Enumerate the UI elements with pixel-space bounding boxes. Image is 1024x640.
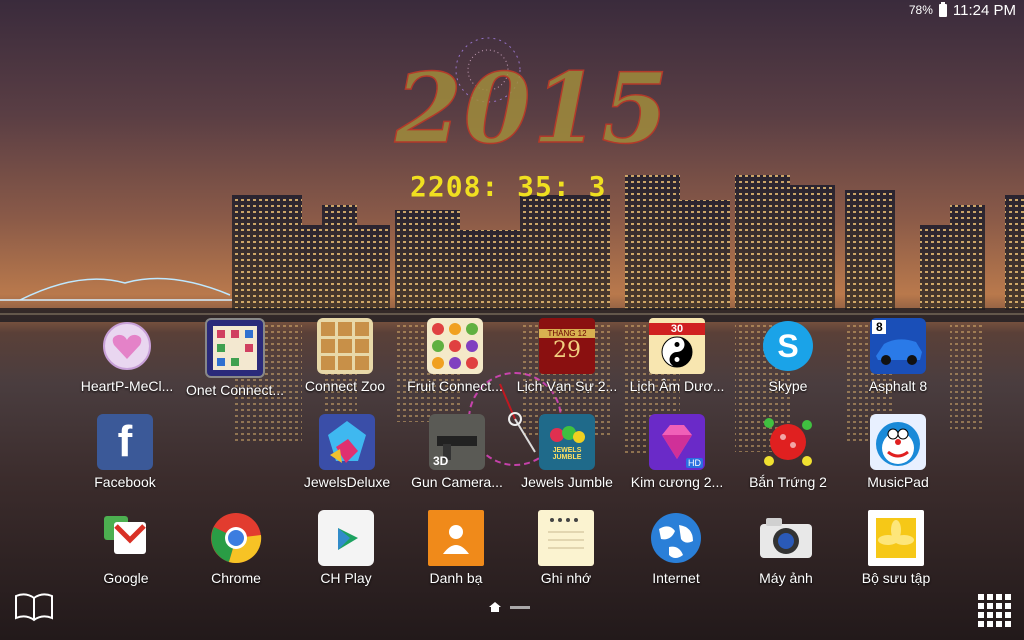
app-connect-zoo[interactable]: Connect Zoo bbox=[290, 318, 400, 394]
svg-text:S: S bbox=[777, 328, 798, 364]
battery-icon bbox=[938, 1, 947, 17]
status-time: 11:24 PM bbox=[952, 1, 1016, 19]
app-label: Fruit Connect... bbox=[407, 378, 503, 394]
facebook-icon: f bbox=[97, 414, 153, 470]
contacts-icon bbox=[428, 510, 484, 566]
doraemon-icon bbox=[870, 414, 926, 470]
app-gun-camera[interactable]: 3D Gun Camera... bbox=[402, 414, 512, 490]
app-skype[interactable]: S Skype bbox=[733, 318, 843, 394]
app-label: Facebook bbox=[94, 474, 156, 490]
heart-icon bbox=[99, 318, 155, 374]
globe-icon bbox=[648, 510, 704, 566]
app-label: JewelsDeluxe bbox=[303, 474, 391, 490]
jewels-jumble-logo: JEWELS JUMBLE bbox=[552, 447, 582, 461]
dock-danh-ba[interactable]: Danh bạ bbox=[401, 510, 511, 586]
app-label: Ghi nhớ bbox=[540, 570, 592, 586]
app-asphalt-8[interactable]: 8 Asphalt 8 bbox=[843, 318, 953, 394]
dock-ch-play[interactable]: CH Play bbox=[291, 510, 401, 586]
battery-percent: 78% bbox=[908, 3, 933, 17]
hd-badge: HD bbox=[686, 458, 703, 468]
app-label: Lịch Vạn Sự 2... bbox=[516, 378, 618, 394]
app-label: Máy ảnh bbox=[759, 570, 813, 586]
calendar-icon: THÁNG 12 29 bbox=[539, 318, 595, 374]
diamond-icon: HD bbox=[649, 414, 705, 470]
skype-icon: S bbox=[760, 318, 816, 374]
dock-google[interactable]: Google bbox=[71, 510, 181, 586]
jewels-jumble-icon: JEWELS JUMBLE bbox=[539, 414, 595, 470]
dock-chrome[interactable]: Chrome bbox=[181, 510, 291, 586]
app-onet-connect[interactable]: Onet Connect... bbox=[180, 318, 290, 398]
app-label: MusicPad bbox=[867, 474, 929, 490]
app-label: Onet Connect... bbox=[185, 382, 285, 398]
app-label: Skype bbox=[768, 378, 808, 394]
gun-icon: 3D bbox=[429, 414, 485, 470]
dock-bo-suu-tap[interactable]: Bộ sưu tập bbox=[841, 510, 951, 586]
app-label: Kim cương 2... bbox=[630, 474, 724, 490]
app-drawer-icon[interactable] bbox=[978, 594, 1012, 633]
calendar-month: THÁNG 12 bbox=[539, 329, 595, 338]
gun-badge: 3D bbox=[433, 454, 449, 468]
asphalt-badge: 8 bbox=[876, 320, 883, 334]
eggs-icon bbox=[760, 414, 816, 470]
app-musicpad[interactable]: MusicPad bbox=[843, 414, 953, 490]
app-jewels-jumble[interactable]: JEWELS JUMBLE Jewels Jumble bbox=[512, 414, 622, 490]
app-label: HeartP-MeCl... bbox=[80, 378, 174, 394]
app-label: Lịch Âm Dươ... bbox=[629, 378, 725, 394]
digital-clock-widget[interactable]: 2208: 35: 3 bbox=[410, 170, 606, 203]
app-label: Connect Zoo bbox=[304, 378, 386, 394]
calendar-day: 29 bbox=[553, 338, 581, 363]
car-icon: 8 bbox=[870, 318, 926, 374]
page-dot bbox=[510, 605, 530, 609]
yinyang-day: 30 bbox=[649, 323, 705, 335]
app-label: Internet bbox=[652, 570, 700, 586]
app-label: Google bbox=[103, 570, 149, 586]
page-indicator[interactable] bbox=[488, 601, 530, 613]
gallery-icon bbox=[868, 510, 924, 566]
app-jewels-deluxe[interactable]: JewelsDeluxe bbox=[292, 414, 402, 490]
app-label: Asphalt 8 bbox=[868, 378, 928, 394]
app-ban-trung[interactable]: Bắn Trứng 2 bbox=[733, 414, 843, 490]
app-label: Jewels Jumble bbox=[521, 474, 613, 490]
gmail-icon bbox=[98, 510, 154, 566]
camera-icon bbox=[758, 510, 814, 566]
status-bar: 78% 11:24 PM bbox=[909, 0, 1016, 20]
dock-internet[interactable]: Internet bbox=[621, 510, 731, 586]
home-icon bbox=[489, 602, 501, 612]
onet-icon bbox=[205, 318, 265, 378]
memo-icon bbox=[538, 510, 594, 566]
app-heartp[interactable]: HeartP-MeCl... bbox=[72, 318, 182, 394]
app-lich-van-su[interactable]: THÁNG 12 29 Lịch Vạn Sự 2... bbox=[512, 318, 622, 394]
app-label: Chrome bbox=[211, 570, 261, 586]
dock-may-anh[interactable]: Máy ảnh bbox=[731, 510, 841, 586]
book-icon[interactable] bbox=[14, 590, 54, 627]
zoo-icon bbox=[317, 318, 373, 374]
app-label: Bộ sưu tập bbox=[861, 570, 931, 586]
fruit-icon bbox=[427, 318, 483, 374]
app-facebook[interactable]: f Facebook bbox=[70, 414, 180, 490]
app-label: Danh bạ bbox=[429, 570, 483, 586]
app-kim-cuong[interactable]: HD Kim cương 2... bbox=[622, 414, 732, 490]
jewels-deluxe-icon bbox=[319, 414, 375, 470]
app-label: Gun Camera... bbox=[411, 474, 503, 490]
app-lich-am-duong[interactable]: 30 Lịch Âm Dươ... bbox=[622, 318, 732, 394]
year-widget[interactable]: 2015 bbox=[394, 51, 670, 166]
dock-ghi-nho[interactable]: Ghi nhớ bbox=[511, 510, 621, 586]
app-label: CH Play bbox=[320, 570, 372, 586]
app-label: Bắn Trứng 2 bbox=[749, 474, 827, 490]
app-fruit-connect[interactable]: Fruit Connect... bbox=[400, 318, 510, 394]
chrome-icon bbox=[208, 510, 264, 566]
play-store-icon bbox=[318, 510, 374, 566]
yinyang-icon: 30 bbox=[649, 318, 705, 374]
